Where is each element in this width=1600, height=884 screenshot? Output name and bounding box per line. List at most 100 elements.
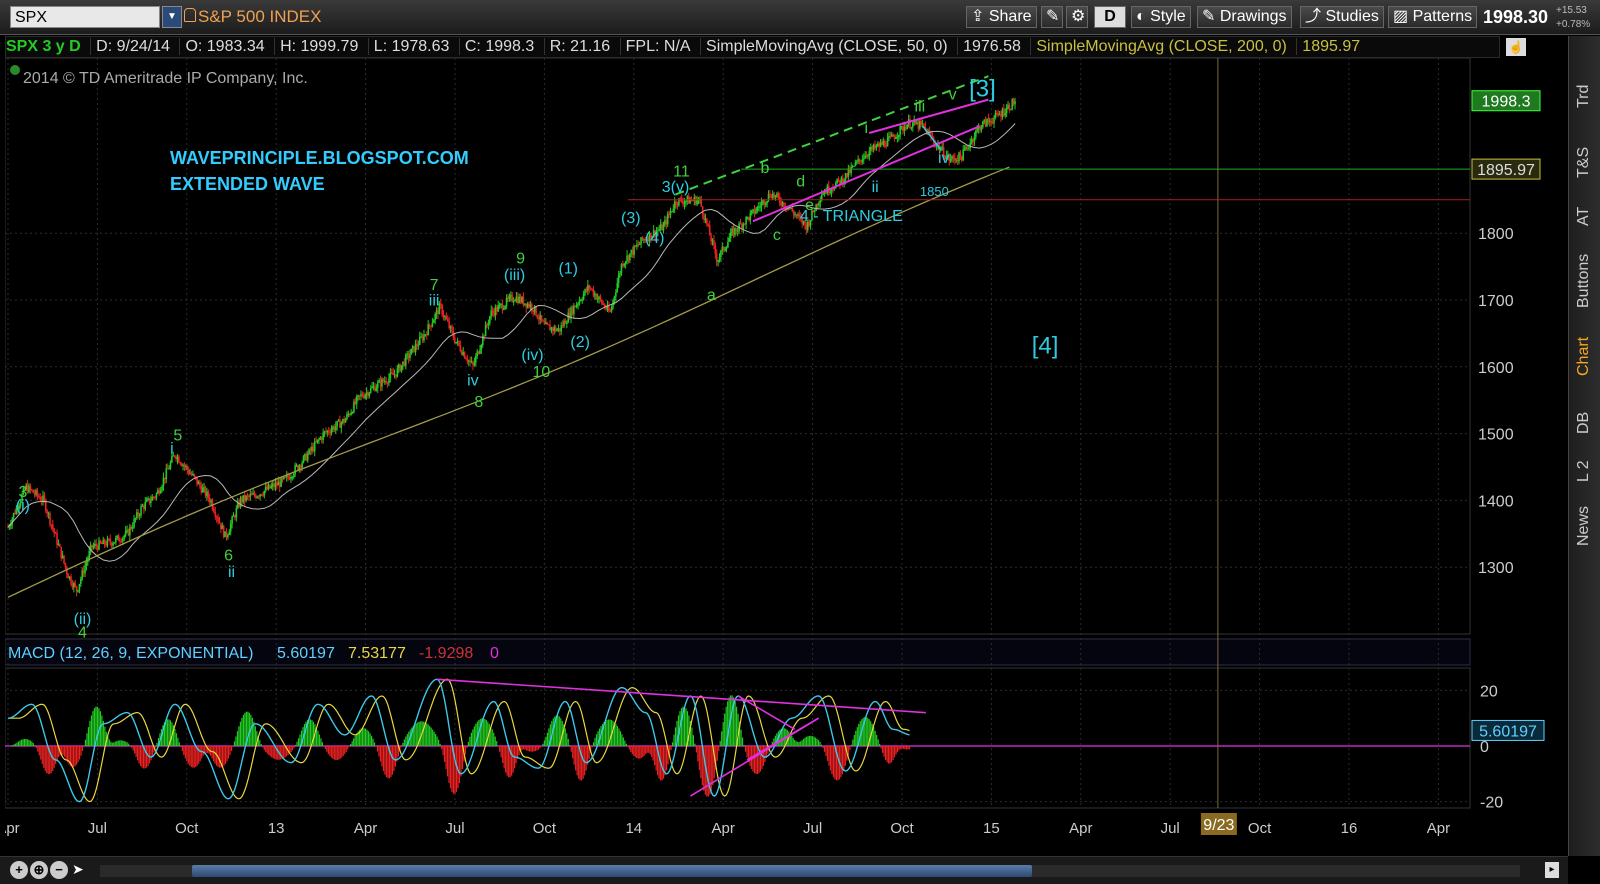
candle-body xyxy=(88,550,91,559)
candle-body xyxy=(954,157,956,161)
candle-body xyxy=(594,293,596,296)
candle-body xyxy=(143,505,145,509)
candle-body xyxy=(185,466,187,468)
candle-body xyxy=(710,235,712,242)
candle-body xyxy=(638,243,641,245)
tab-trd[interactable]: Trd xyxy=(1575,85,1593,108)
candle-body xyxy=(102,539,105,544)
candle-body xyxy=(868,150,871,156)
chart-title: SPX 3 y D xyxy=(6,38,81,55)
candle-body xyxy=(895,137,897,139)
candle-body xyxy=(1014,101,1016,105)
candle-body xyxy=(822,194,824,196)
zoom-out-icon[interactable]: − xyxy=(50,861,68,879)
candle-body xyxy=(584,289,586,294)
candle-body xyxy=(255,495,257,498)
symbol-dropdown-icon[interactable]: ▼ xyxy=(162,6,182,28)
horizontal-scrollbar[interactable] xyxy=(192,865,1032,877)
style-button[interactable]: ◐ Style xyxy=(1131,6,1191,28)
patterns-button[interactable]: ▨ Patterns xyxy=(1388,6,1478,28)
candle-body xyxy=(260,494,263,496)
cursor-tool-icon[interactable]: ☝ xyxy=(1506,38,1526,56)
candle-body xyxy=(453,337,456,344)
candle-body xyxy=(428,324,431,326)
candle-body xyxy=(119,541,121,543)
candle-body xyxy=(956,159,959,162)
tab-time-and-sales[interactable]: T&S xyxy=(1575,147,1593,178)
candle-body xyxy=(731,228,733,232)
candle-body xyxy=(168,468,170,470)
candle-body xyxy=(437,310,439,315)
settings-icon[interactable]: ⚙ xyxy=(1066,6,1088,28)
candle-body xyxy=(671,211,673,213)
candle-body xyxy=(343,419,345,423)
zoom-icon[interactable]: ⊕ xyxy=(30,861,48,879)
tab-db[interactable]: DB xyxy=(1575,412,1593,434)
x-tick-label: Jul xyxy=(803,820,822,837)
candle-body xyxy=(148,498,151,503)
candle-body xyxy=(781,202,784,206)
candle-body xyxy=(410,348,413,355)
candle-body xyxy=(322,432,324,440)
candle-body xyxy=(201,487,204,493)
candle-body xyxy=(316,439,319,443)
candle-body xyxy=(860,160,862,162)
candle-body xyxy=(418,336,421,345)
candle-body xyxy=(552,327,554,331)
candle-body xyxy=(532,309,535,312)
candle-body xyxy=(861,159,864,162)
candle-body xyxy=(403,361,406,366)
candle-body xyxy=(84,565,86,574)
candle-body xyxy=(692,200,694,202)
candle-body xyxy=(106,538,109,546)
price-y-tick: 1300 xyxy=(1478,560,1514,577)
price-y-tick: 1400 xyxy=(1478,493,1514,510)
candle-body xyxy=(29,485,32,490)
candle-body xyxy=(47,513,50,515)
x-tick-label: Oct xyxy=(175,820,199,837)
candle-body xyxy=(85,562,88,566)
candle-body xyxy=(829,191,831,193)
candle-body xyxy=(326,430,329,433)
pointer-icon[interactable]: ➤ xyxy=(72,861,84,878)
chart-area[interactable]: 130014001500160017001800AprJulOct13AprJu… xyxy=(5,58,1565,856)
wrench-icon[interactable]: ✎ xyxy=(1041,6,1063,28)
macd-y-tick: 20 xyxy=(1480,683,1498,700)
candle-body xyxy=(703,214,705,221)
candle-body xyxy=(392,372,394,375)
candle-body xyxy=(35,490,37,495)
candle-body xyxy=(676,204,679,206)
candle-body xyxy=(92,546,95,548)
studies-button[interactable]: ⤴ Studies xyxy=(1300,6,1384,28)
candle-body xyxy=(484,324,487,337)
candles-group xyxy=(7,97,1016,597)
candle-body xyxy=(755,210,757,214)
candle-body xyxy=(735,228,738,231)
drawings-button[interactable]: ✎ Drawings xyxy=(1197,6,1292,28)
tab-chart[interactable]: Chart xyxy=(1575,337,1593,376)
candle-body xyxy=(269,484,271,489)
candle-body xyxy=(120,541,123,543)
candle-body xyxy=(561,325,564,327)
candle-body xyxy=(49,513,51,525)
symbol-input[interactable]: SPX xyxy=(10,6,160,28)
zoom-in-icon[interactable]: + xyxy=(10,861,28,879)
candle-body xyxy=(1000,114,1002,117)
tab-at[interactable]: AT xyxy=(1575,207,1593,226)
candle-body xyxy=(774,195,777,198)
candle-body xyxy=(766,200,768,204)
bell-icon[interactable] xyxy=(184,8,196,22)
tab-level2[interactable]: L 2 xyxy=(1575,460,1593,482)
candle-body xyxy=(776,193,778,196)
share-button[interactable]: ⇪ Share xyxy=(966,6,1037,28)
candle-body xyxy=(381,379,383,387)
candle-body xyxy=(989,120,991,122)
candle-body xyxy=(746,217,749,219)
d-badge-button[interactable]: D xyxy=(1094,6,1126,28)
scroll-right-icon[interactable]: ▸ xyxy=(1545,862,1559,878)
pencil-icon: ✎ xyxy=(1202,8,1216,25)
tab-buttons[interactable]: Buttons xyxy=(1575,254,1593,308)
tab-news[interactable]: News xyxy=(1575,506,1593,546)
candle-body xyxy=(872,144,875,150)
candle-body xyxy=(613,296,616,301)
